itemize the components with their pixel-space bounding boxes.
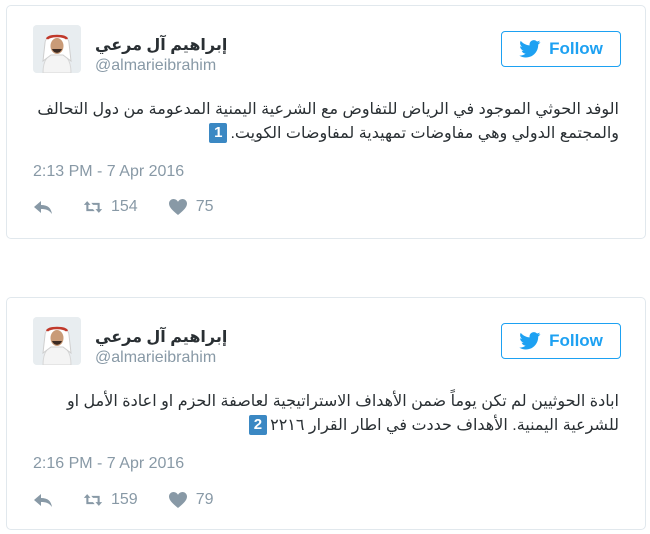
tweet-text: ابادة الحوثيين لم تكن يوماً ضمن الأهداف … xyxy=(33,390,619,438)
tweet-text: الوفد الحوثي الموجود في الرياض للتفاوض م… xyxy=(33,98,619,146)
reply-button[interactable] xyxy=(33,198,53,216)
reply-icon xyxy=(34,201,52,214)
follow-label: Follow xyxy=(549,331,603,350)
avatar[interactable] xyxy=(33,25,81,73)
tweet-timestamp[interactable]: 2:16 PM - 7 Apr 2016 xyxy=(33,455,184,473)
like-button[interactable]: 79 xyxy=(168,491,214,509)
heart-icon xyxy=(168,199,187,215)
retweet-count: 159 xyxy=(111,491,138,508)
retweet-count: 154 xyxy=(111,198,138,215)
follow-button[interactable]: Follow xyxy=(501,31,621,67)
retweet-icon xyxy=(83,201,103,213)
like-button[interactable]: 75 xyxy=(168,198,214,216)
like-count: 79 xyxy=(195,491,214,508)
display-name[interactable]: إبراهيم آل مرعي xyxy=(95,327,227,347)
retweet-button[interactable]: 154 xyxy=(83,198,138,216)
tweet-actions: 159 79 xyxy=(33,488,214,512)
twitter-bird-icon xyxy=(519,40,541,58)
follow-button[interactable]: Follow xyxy=(501,323,621,359)
follow-label: Follow xyxy=(549,39,603,58)
reply-icon xyxy=(34,494,52,507)
retweet-button[interactable]: 159 xyxy=(83,491,138,509)
display-name[interactable]: إبراهيم آل مرعي xyxy=(95,35,227,55)
heart-icon xyxy=(168,492,187,508)
tweet-card[interactable]: إبراهيم آل مرعي @almarieibrahim Follow ا… xyxy=(6,5,646,239)
avatar[interactable] xyxy=(33,317,81,365)
tweet-text-body: الوفد الحوثي الموجود في الرياض للتفاوض م… xyxy=(37,101,619,142)
retweet-icon xyxy=(83,494,103,506)
tweet-actions: 154 75 xyxy=(33,195,214,219)
number-badge: 2 xyxy=(248,415,268,435)
reply-button[interactable] xyxy=(33,491,53,509)
user-handle[interactable]: @almarieibrahim xyxy=(95,57,216,75)
number-badge: 1 xyxy=(209,123,228,143)
tweet-text-body: ابادة الحوثيين لم تكن يوماً ضمن الأهداف … xyxy=(66,393,619,434)
tweet-timestamp[interactable]: 2:13 PM - 7 Apr 2016 xyxy=(33,163,184,181)
twitter-bird-icon xyxy=(519,332,541,350)
like-count: 75 xyxy=(195,198,214,215)
user-handle[interactable]: @almarieibrahim xyxy=(95,349,216,367)
tweet-card[interactable]: إبراهيم آل مرعي @almarieibrahim Follow ا… xyxy=(6,297,646,530)
